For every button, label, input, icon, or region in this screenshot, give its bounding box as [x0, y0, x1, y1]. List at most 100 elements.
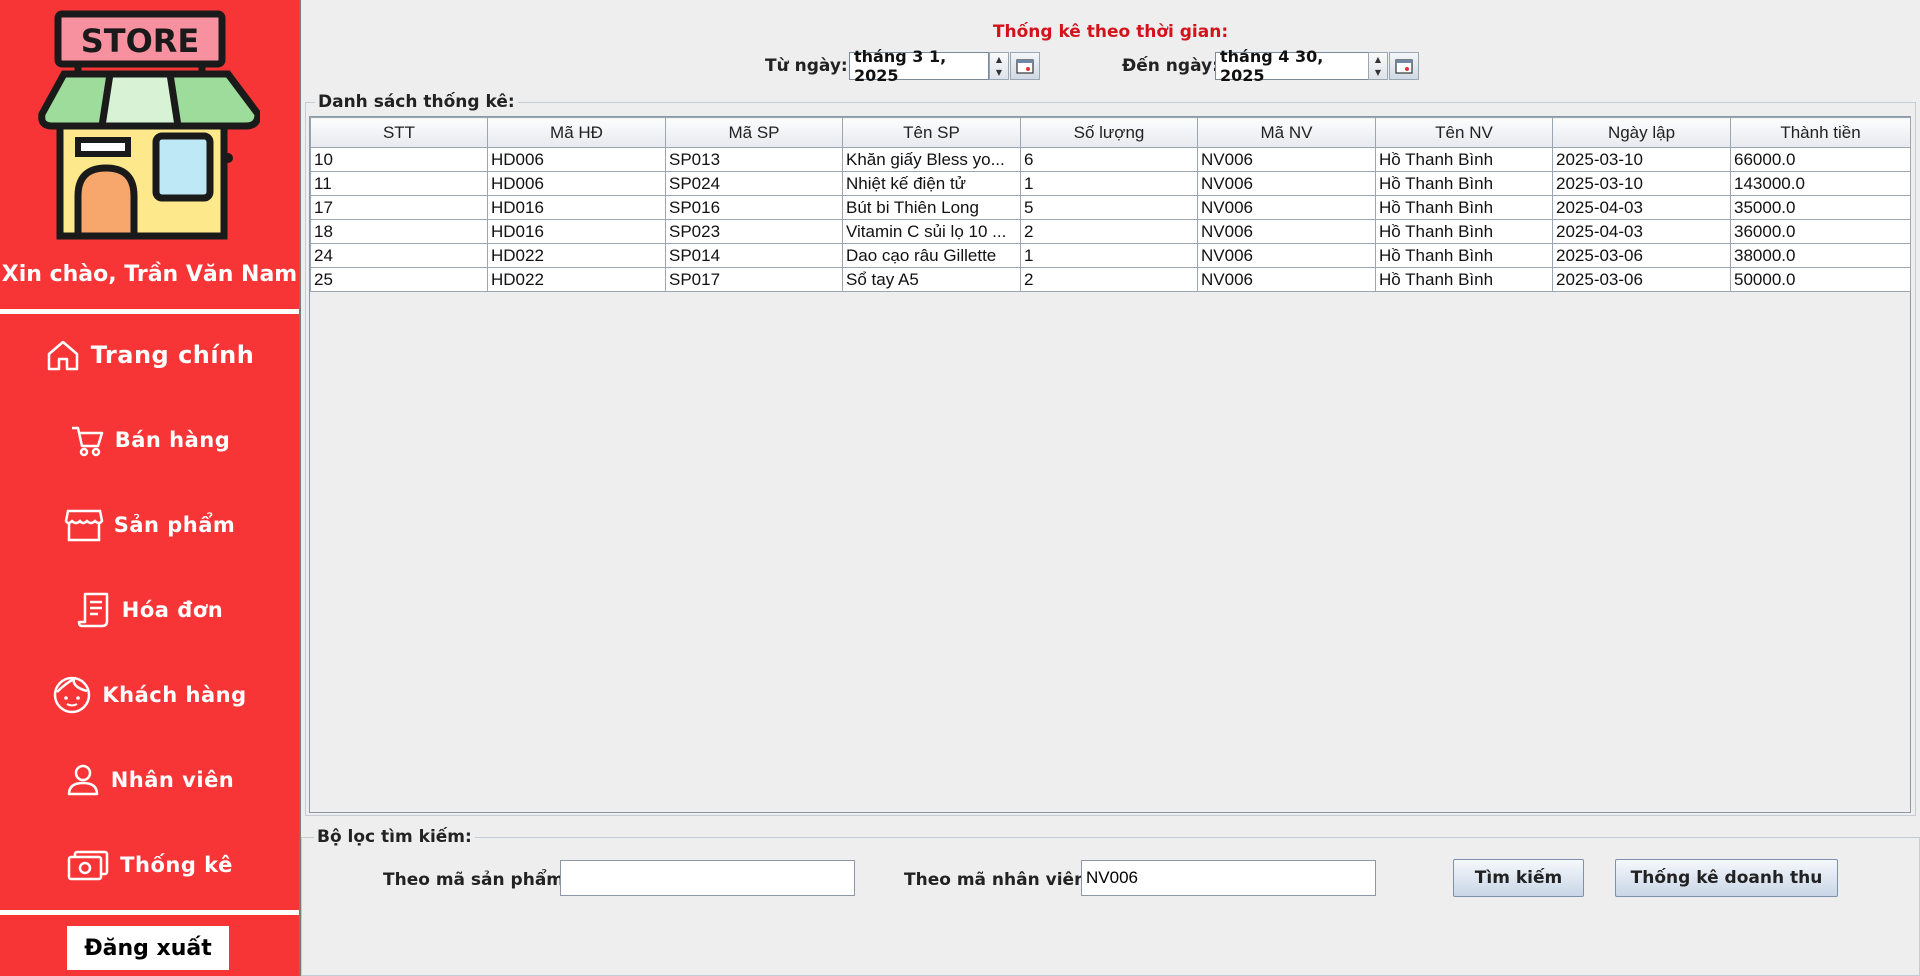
cell[interactable]: 2025-03-10 — [1552, 171, 1731, 196]
cell[interactable]: NV006 — [1197, 219, 1376, 244]
column-header[interactable]: Mã SP — [665, 117, 843, 148]
face-icon — [54, 676, 91, 714]
column-header[interactable]: STT — [310, 117, 488, 148]
nav-trang-chinh[interactable]: Trang chính — [0, 325, 299, 385]
cell[interactable]: 35000.0 — [1730, 195, 1911, 220]
cell[interactable]: 10 — [310, 147, 488, 172]
cell[interactable]: 1 — [1020, 171, 1198, 196]
cell[interactable]: Hồ Thanh Bình — [1375, 147, 1553, 172]
to-date-spinner[interactable]: ▲ ▼ — [1368, 52, 1388, 80]
nav-khach-hang[interactable]: Khách hàng — [0, 665, 299, 725]
cell[interactable]: SP014 — [665, 243, 843, 268]
cell[interactable]: 2 — [1020, 267, 1198, 292]
sidebar: STORE Xin chào, Trần Văn Nam Trang chính… — [0, 0, 301, 976]
store-icon — [64, 509, 104, 542]
cell[interactable]: 2025-03-06 — [1552, 267, 1731, 292]
logout-button[interactable]: Đăng xuất — [67, 926, 229, 970]
spinner-down-icon[interactable]: ▼ — [990, 66, 1008, 79]
cell[interactable]: Hồ Thanh Bình — [1375, 243, 1553, 268]
table-row[interactable]: 17 HD016 SP016 Bút bi Thiên Long 5 NV006 Hồ Th… — [310, 195, 1911, 220]
employee-code-input[interactable] — [1081, 860, 1376, 896]
home-icon — [47, 340, 78, 371]
cell[interactable]: SP023 — [665, 219, 843, 244]
cell[interactable]: HD006 — [487, 171, 666, 196]
cell[interactable]: SP017 — [665, 267, 843, 292]
cell[interactable]: NV006 — [1197, 171, 1376, 196]
table-row[interactable]: 24 HD022 SP014 Dao cạo râu Gillette 1 NV006 Hồ… — [310, 243, 1911, 268]
from-date-calendar-button[interactable] — [1010, 52, 1040, 80]
column-header[interactable]: Số lượng — [1020, 117, 1198, 148]
revenue-stats-button[interactable]: Thống kê doanh thu — [1615, 859, 1838, 897]
cell[interactable]: Khăn giấy Bless yo... — [842, 147, 1021, 172]
nav-san-pham[interactable]: Sản phẩm — [0, 495, 299, 555]
cell[interactable]: HD016 — [487, 219, 666, 244]
cell[interactable]: Hồ Thanh Bình — [1375, 267, 1553, 292]
cell[interactable]: HD022 — [487, 243, 666, 268]
column-header[interactable]: Ngày lập — [1552, 117, 1731, 148]
cell[interactable]: 66000.0 — [1730, 147, 1911, 172]
from-date-spinner[interactable]: ▲ ▼ — [989, 52, 1009, 80]
to-date-calendar-button[interactable] — [1389, 52, 1419, 80]
cell[interactable]: HD022 — [487, 267, 666, 292]
cell[interactable]: Dao cạo râu Gillette — [842, 243, 1021, 268]
to-date-field[interactable]: tháng 4 30, 2025 — [1215, 47, 1369, 85]
cell[interactable]: Sổ tay A5 — [842, 267, 1021, 292]
cell[interactable]: 38000.0 — [1730, 243, 1911, 268]
employee-filter-label: Theo mã nhân viên: — [904, 870, 1093, 890]
column-header[interactable]: Mã NV — [1197, 117, 1376, 148]
cell[interactable]: 25 — [310, 267, 488, 292]
nav-label: Nhân viên — [110, 768, 235, 792]
cell[interactable]: 36000.0 — [1730, 219, 1911, 244]
cell[interactable]: 2025-03-06 — [1552, 243, 1731, 268]
search-button[interactable]: Tìm kiếm — [1453, 859, 1584, 897]
cell[interactable]: 2025-04-03 — [1552, 195, 1731, 220]
table-row[interactable]: 25 HD022 SP017 Sổ tay A5 2 NV006 Hồ Thanh Bình… — [310, 267, 1911, 292]
cell[interactable]: NV006 — [1197, 267, 1376, 292]
cell[interactable]: 24 — [310, 243, 488, 268]
cell[interactable]: 11 — [310, 171, 488, 196]
cell[interactable]: 18 — [310, 219, 488, 244]
table-row[interactable]: 18 HD016 SP023 Vitamin C sủi lọ 10 ... 2 NV00… — [310, 219, 1911, 244]
cell[interactable]: NV006 — [1197, 195, 1376, 220]
cell[interactable]: Nhiệt kế điện tử — [842, 171, 1021, 196]
cell[interactable]: NV006 — [1197, 243, 1376, 268]
nav-ban-hang[interactable]: Bán hàng — [0, 410, 299, 470]
product-code-input[interactable] — [560, 860, 855, 896]
nav-thong-ke[interactable]: Thống kê — [0, 835, 299, 895]
cell[interactable]: HD006 — [487, 147, 666, 172]
column-header[interactable]: Thành tiền — [1730, 117, 1911, 148]
to-date-label: Đến ngày: — [1122, 56, 1219, 76]
nav-nhan-vien[interactable]: Nhân viên — [0, 750, 299, 810]
table-row[interactable]: 10 HD006 SP013 Khăn giấy Bless yo... 6 NV006 H… — [310, 147, 1911, 172]
cell[interactable]: Bút bi Thiên Long — [842, 195, 1021, 220]
cell[interactable]: NV006 — [1197, 147, 1376, 172]
from-date-field[interactable]: tháng 3 1, 2025 — [849, 47, 989, 85]
cell[interactable]: HD016 — [487, 195, 666, 220]
nav-hoa-don[interactable]: Hóa đơn — [0, 580, 299, 640]
spinner-up-icon[interactable]: ▲ — [990, 53, 1008, 66]
cell[interactable]: Hồ Thanh Bình — [1375, 219, 1553, 244]
cell[interactable]: 6 — [1020, 147, 1198, 172]
cell[interactable]: 2025-03-10 — [1552, 147, 1731, 172]
cell[interactable]: 50000.0 — [1730, 267, 1911, 292]
cell[interactable]: 17 — [310, 195, 488, 220]
sidebar-divider — [0, 309, 299, 314]
spinner-down-icon[interactable]: ▼ — [1369, 66, 1387, 79]
cell[interactable]: 2025-04-03 — [1552, 219, 1731, 244]
cell[interactable]: 1 — [1020, 243, 1198, 268]
cell[interactable]: 5 — [1020, 195, 1198, 220]
store-logo-icon: STORE — [38, 10, 260, 240]
cell[interactable]: Vitamin C sủi lọ 10 ... — [842, 219, 1021, 244]
column-header[interactable]: Mã HĐ — [487, 117, 666, 148]
cell[interactable]: SP024 — [665, 171, 843, 196]
cell[interactable]: SP016 — [665, 195, 843, 220]
cell[interactable]: Hồ Thanh Bình — [1375, 171, 1553, 196]
spinner-up-icon[interactable]: ▲ — [1369, 53, 1387, 66]
column-header[interactable]: Tên SP — [842, 117, 1021, 148]
cell[interactable]: 2 — [1020, 219, 1198, 244]
cell[interactable]: 143000.0 — [1730, 171, 1911, 196]
cell[interactable]: SP013 — [665, 147, 843, 172]
column-header[interactable]: Tên NV — [1375, 117, 1553, 148]
table-row[interactable]: 11 HD006 SP024 Nhiệt kế điện tử 1 NV006 Hồ Tha… — [310, 171, 1911, 196]
cell[interactable]: Hồ Thanh Bình — [1375, 195, 1553, 220]
